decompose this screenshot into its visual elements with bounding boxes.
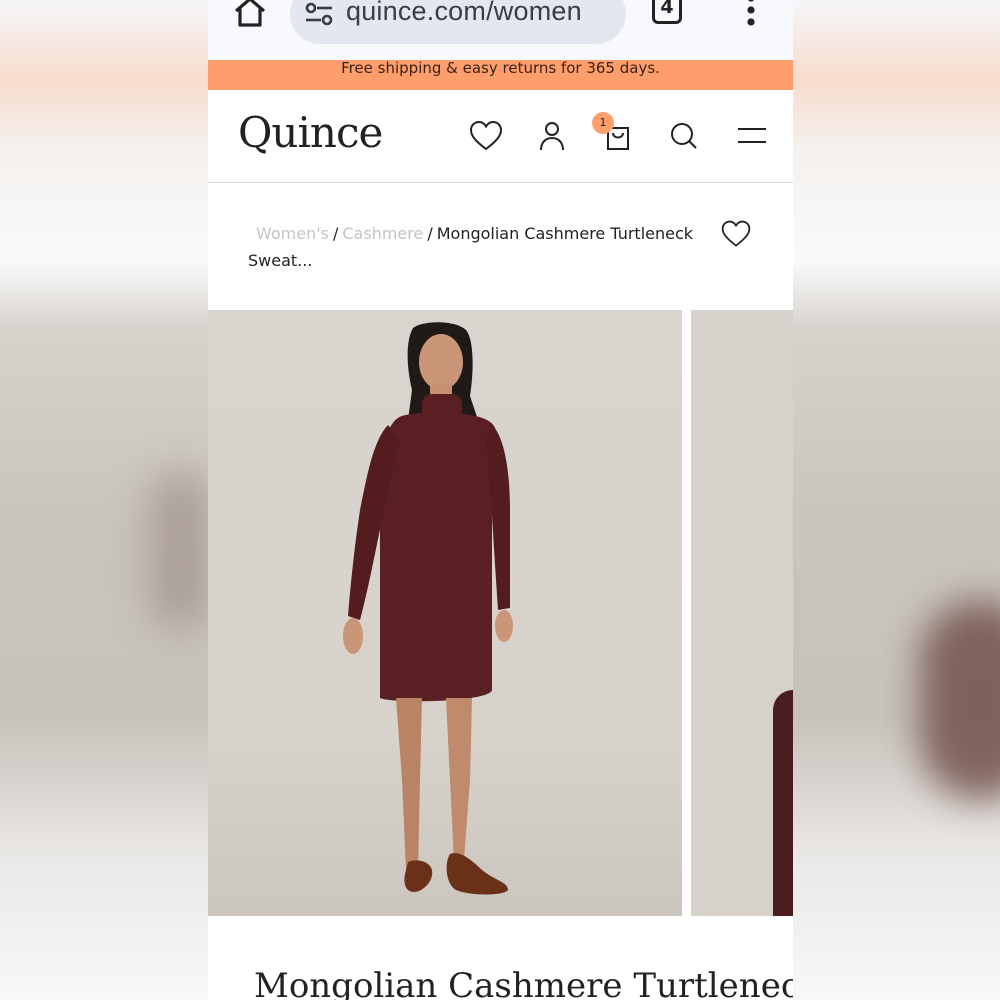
breadcrumb-link-womens[interactable]: Women's (256, 224, 329, 243)
account-icon[interactable] (534, 118, 570, 154)
model-illustration (343, 322, 513, 895)
site-header: Quince 1 (208, 90, 793, 183)
background-blur-right (792, 0, 1000, 1000)
cart-count-badge: 1 (592, 112, 614, 134)
wishlist-heart-icon[interactable] (720, 218, 752, 250)
background-blur-left (0, 0, 210, 1000)
heart-icon[interactable] (468, 118, 504, 154)
tabs-icon[interactable]: 4 (652, 0, 682, 24)
product-image[interactable] (208, 310, 682, 916)
product-image-next[interactable] (691, 310, 793, 916)
url-text[interactable]: quince.com/women (346, 0, 582, 27)
browser-toolbar: quince.com/women 4 (208, 0, 793, 60)
home-icon[interactable] (232, 0, 268, 30)
more-vert-icon[interactable] (743, 0, 759, 28)
breadcrumb: Women's / Cashmere / Mongolian Cashmere Turt… (248, 220, 708, 274)
promo-banner: Free shipping & easy returns for 365 day… (208, 60, 793, 90)
breadcrumb-separator: / (427, 224, 433, 243)
next-image-preview (773, 690, 793, 916)
product-title: Mongolian Cashmere Turtleneck (254, 966, 793, 1000)
phone-screen: quince.com/women 4 Free shipping & easy … (208, 0, 793, 1000)
product-gallery[interactable] (208, 310, 793, 916)
page-info-icon[interactable] (304, 2, 334, 32)
search-icon[interactable] (666, 118, 702, 154)
breadcrumb-separator: / (332, 224, 339, 243)
breadcrumb-link-cashmere[interactable]: Cashmere (342, 224, 423, 243)
logo[interactable]: Quince (238, 108, 383, 157)
menu-icon[interactable] (734, 118, 770, 154)
address-bar[interactable]: quince.com/women (290, 0, 626, 44)
